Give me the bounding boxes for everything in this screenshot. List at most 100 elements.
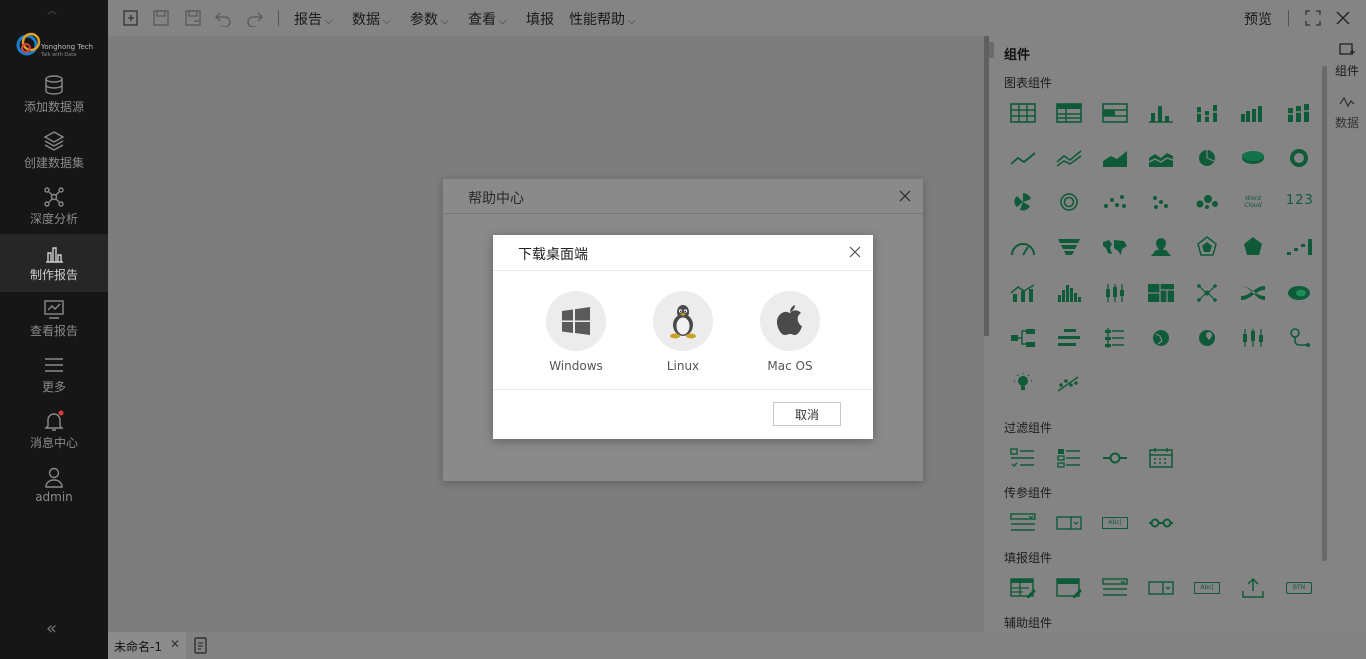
trend-scatter-icon[interactable]: [1054, 371, 1084, 395]
histogram-icon[interactable]: [1054, 281, 1084, 305]
donut-chart-icon[interactable]: [1284, 146, 1314, 170]
undo-icon[interactable]: [214, 9, 232, 27]
globe-map-icon[interactable]: [1146, 326, 1176, 350]
waterfall-icon[interactable]: [1284, 235, 1314, 259]
list-filter-icon[interactable]: [1054, 446, 1084, 470]
dot-plot-icon[interactable]: [1146, 190, 1176, 214]
freestyle-table-icon[interactable]: [1100, 101, 1130, 125]
menu-report[interactable]: 报告 ⌵: [294, 9, 333, 29]
param-text-input-icon[interactable]: Abc|: [1102, 517, 1128, 529]
combo-chart-icon[interactable]: [1008, 281, 1038, 305]
nav-message-center[interactable]: 消息中心: [0, 410, 108, 466]
route-map-icon[interactable]: [1284, 326, 1314, 350]
tab-components[interactable]: 组件: [1328, 36, 1366, 86]
fill-combo-box-icon[interactable]: [1146, 576, 1176, 600]
radar-chart-icon[interactable]: [1192, 235, 1222, 259]
panel-scrollbar[interactable]: [1322, 66, 1327, 561]
funnel-icon[interactable]: [1054, 235, 1084, 259]
insight-bulb-icon[interactable]: [1008, 371, 1038, 395]
line-chart-icon[interactable]: [1008, 146, 1038, 170]
macos-option-circle[interactable]: [760, 291, 820, 351]
3d-pie-icon[interactable]: [1238, 146, 1268, 170]
menu-view[interactable]: 查看 ⌵: [468, 9, 507, 29]
stacked-column-icon[interactable]: [1192, 101, 1222, 125]
nav-add-datasource[interactable]: 添加数据源: [0, 74, 108, 130]
download-windows-option[interactable]: Windows: [536, 291, 616, 373]
new-report-icon[interactable]: [122, 9, 140, 27]
fill-dropdown-icon[interactable]: [1100, 576, 1130, 600]
download-linux-option[interactable]: Linux: [643, 291, 723, 373]
nav-create-dataset[interactable]: 创建数据集: [0, 130, 108, 186]
fill-form-icon[interactable]: [1054, 576, 1084, 600]
toolbar-divider: [1288, 10, 1289, 26]
area-chart-icon[interactable]: [1100, 146, 1130, 170]
fill-text-input-icon[interactable]: Abc|: [1194, 582, 1220, 594]
nav-view-report[interactable]: 查看报告: [0, 298, 108, 354]
crosstab-icon[interactable]: [1054, 101, 1084, 125]
scroll-up-icon[interactable]: ︿: [47, 2, 57, 17]
fill-button-icon[interactable]: BTN: [1286, 582, 1312, 594]
param-combo-box-icon[interactable]: [1054, 511, 1084, 535]
tree-diagram-icon[interactable]: [1008, 326, 1038, 350]
bubble-chart-icon[interactable]: [1192, 190, 1222, 214]
gauge-icon[interactable]: [1008, 235, 1038, 259]
fill-table-icon[interactable]: [1008, 576, 1038, 600]
pie-chart-icon[interactable]: [1192, 146, 1222, 170]
cluster-icon[interactable]: [1192, 281, 1222, 305]
cancel-button[interactable]: 取消: [773, 402, 841, 426]
save-icon[interactable]: [152, 9, 170, 27]
slider-filter-icon[interactable]: [1100, 446, 1130, 470]
nav-make-report[interactable]: 制作报告: [0, 234, 108, 292]
download-macos-option[interactable]: Mac OS: [750, 291, 830, 373]
param-range-slider-icon[interactable]: [1146, 511, 1176, 535]
menu-params[interactable]: 参数 ⌵: [410, 9, 449, 29]
add-report-icon[interactable]: [194, 637, 208, 654]
calendar-filter-icon[interactable]: [1146, 446, 1176, 470]
nav-user[interactable]: admin: [0, 466, 108, 522]
close-tab-icon[interactable]: ✕: [170, 637, 180, 651]
close-icon[interactable]: [898, 189, 912, 203]
gis-map-icon[interactable]: [1192, 326, 1222, 350]
filled-radar-icon[interactable]: [1238, 235, 1268, 259]
network-icon: [44, 187, 64, 207]
fullscreen-icon[interactable]: [1304, 9, 1322, 27]
grouped-column-icon[interactable]: [1238, 101, 1268, 125]
multi-line-chart-icon[interactable]: [1054, 146, 1084, 170]
number-indicator-icon[interactable]: 123: [1286, 193, 1314, 208]
heatmap-icon[interactable]: [1284, 281, 1314, 305]
checkbox-filter-icon[interactable]: [1008, 446, 1038, 470]
windows-option-circle[interactable]: [546, 291, 606, 351]
menu-fill[interactable]: 填报: [526, 9, 554, 29]
rose-chart-icon[interactable]: [1008, 190, 1038, 214]
boxplot-icon[interactable]: [1100, 281, 1130, 305]
word-cloud-icon[interactable]: Word Cloud: [1238, 195, 1268, 209]
candlestick-icon[interactable]: [1238, 326, 1268, 350]
nav-more[interactable]: 更多: [0, 354, 108, 410]
table-icon[interactable]: [1008, 101, 1038, 125]
tab-data[interactable]: 数据: [1328, 90, 1366, 140]
collapse-sidebar-icon[interactable]: «: [46, 618, 57, 639]
param-dropdown-icon[interactable]: [1008, 511, 1038, 535]
report-tab[interactable]: 未命名-1 ✕: [108, 632, 186, 659]
world-map-icon[interactable]: [1100, 235, 1130, 259]
percent-column-icon[interactable]: [1284, 101, 1314, 125]
menu-perf-help[interactable]: 性能帮助 ⌵: [569, 9, 636, 29]
stacked-area-icon[interactable]: [1146, 146, 1176, 170]
treemap-icon[interactable]: [1146, 281, 1176, 305]
panel-scrollbar-left[interactable]: [984, 36, 989, 336]
map-pin-icon[interactable]: [1146, 235, 1176, 259]
scatter-chart-icon[interactable]: [1100, 190, 1130, 214]
close-icon[interactable]: [1334, 9, 1352, 27]
gantt-icon[interactable]: [1100, 326, 1130, 350]
radial-bar-icon[interactable]: [1054, 190, 1084, 214]
close-icon[interactable]: [848, 245, 862, 259]
menu-data[interactable]: 数据 ⌵: [352, 9, 391, 29]
preview-button[interactable]: 预览: [1244, 9, 1272, 29]
save-as-icon[interactable]: [184, 9, 202, 27]
upload-icon[interactable]: [1238, 576, 1268, 600]
linux-option-circle[interactable]: [653, 291, 713, 351]
redo-icon[interactable]: [246, 9, 264, 27]
sankey-icon[interactable]: [1238, 281, 1268, 305]
bar-chart-horizontal-icon[interactable]: [1054, 326, 1084, 350]
column-chart-icon[interactable]: [1146, 101, 1176, 125]
